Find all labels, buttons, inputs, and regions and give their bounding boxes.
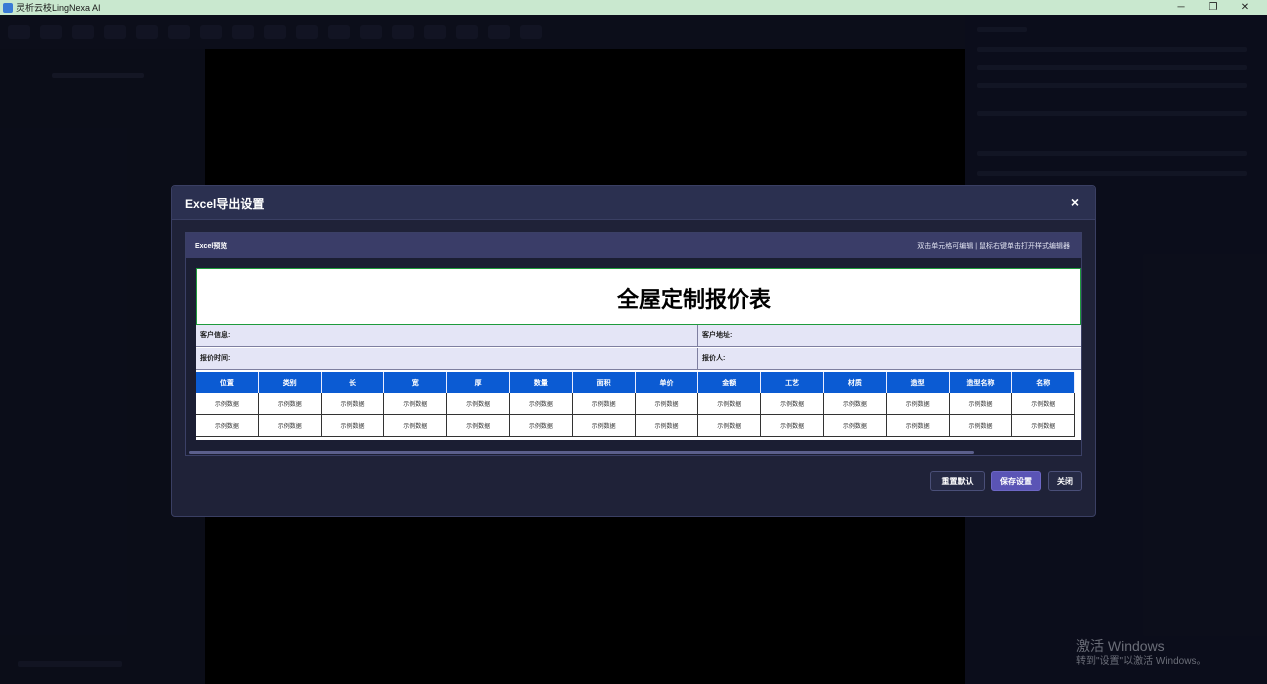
horizontal-scrollbar[interactable] bbox=[189, 451, 974, 454]
table-row: 示例数据 示例数据 示例数据 示例数据 示例数据 示例数据 示例数据 示例数据 … bbox=[196, 393, 1076, 415]
table-cell[interactable]: 示例数据 bbox=[383, 414, 448, 437]
preview-label: Excel预览 bbox=[195, 243, 228, 250]
quote-time-cell[interactable]: 报价时间: bbox=[196, 348, 698, 370]
table-cell[interactable]: 示例数据 bbox=[823, 393, 887, 415]
data-table: 位置 类别 长 宽 厚 数量 面积 单价 金额 工艺 材质 造型 造型名称 名称 bbox=[196, 372, 1076, 437]
table-cell[interactable]: 示例数据 bbox=[572, 414, 636, 437]
window-titlebar: 灵析云枝LingNexa AI ─ ❐ ✕ bbox=[0, 0, 1267, 15]
customer-info-cell[interactable]: 客户信息: bbox=[196, 325, 698, 347]
window-controls: ─ ❐ ✕ bbox=[1165, 0, 1261, 15]
table-cell[interactable]: 示例数据 bbox=[823, 414, 887, 437]
table-cell[interactable]: 示例数据 bbox=[697, 393, 762, 415]
table-cell[interactable]: 示例数据 bbox=[509, 414, 573, 437]
table-cell[interactable]: 示例数据 bbox=[1011, 393, 1076, 415]
column-header[interactable]: 数量 bbox=[509, 372, 573, 393]
table-cell[interactable]: 示例数据 bbox=[383, 393, 448, 415]
sheet-title: 全屋定制报价表 bbox=[617, 287, 772, 312]
column-header[interactable]: 造型 bbox=[886, 372, 950, 393]
table-cell[interactable]: 示例数据 bbox=[635, 393, 699, 415]
dialog-title: Excel导出设置 bbox=[185, 197, 265, 211]
column-header[interactable]: 工艺 bbox=[760, 372, 824, 393]
table-cell[interactable]: 示例数据 bbox=[1011, 414, 1076, 437]
table-cell[interactable]: 示例数据 bbox=[760, 414, 824, 437]
table-cell[interactable]: 示例数据 bbox=[321, 414, 385, 437]
excel-export-dialog: Excel导出设置 × Excel预览 双击单元格可编辑 | 鼠标右键单击打开样… bbox=[171, 185, 1096, 517]
sheet-title-cell[interactable]: 全屋定制报价表 bbox=[196, 268, 1081, 325]
app-logo-icon bbox=[3, 2, 13, 13]
close-button[interactable]: 关闭 bbox=[1048, 471, 1082, 491]
table-cell[interactable]: 示例数据 bbox=[258, 414, 322, 437]
column-header[interactable]: 造型名称 bbox=[949, 372, 1013, 393]
table-cell[interactable]: 示例数据 bbox=[949, 414, 1013, 437]
column-header[interactable]: 单价 bbox=[635, 372, 699, 393]
restore-icon[interactable]: ❐ bbox=[1197, 0, 1229, 15]
column-header[interactable]: 厚 bbox=[446, 372, 510, 393]
table-cell[interactable]: 示例数据 bbox=[446, 414, 510, 437]
info-row: 报价时间: 报价人: bbox=[196, 348, 1081, 370]
minimize-icon[interactable]: ─ bbox=[1165, 0, 1197, 15]
column-header[interactable]: 材质 bbox=[823, 372, 887, 393]
column-header[interactable]: 类别 bbox=[258, 372, 322, 393]
table-cell[interactable]: 示例数据 bbox=[196, 393, 259, 415]
excel-preview-panel: Excel预览 双击单元格可编辑 | 鼠标右键单击打开样式编辑器 全屋定制报价表… bbox=[185, 232, 1082, 456]
column-header[interactable]: 金额 bbox=[697, 372, 762, 393]
column-header[interactable]: 名称 bbox=[1011, 372, 1076, 393]
table-cell[interactable]: 示例数据 bbox=[258, 393, 322, 415]
dialog-close-icon[interactable]: × bbox=[1071, 194, 1079, 210]
column-header[interactable]: 面积 bbox=[572, 372, 636, 393]
table-cell[interactable]: 示例数据 bbox=[446, 393, 510, 415]
table-cell[interactable]: 示例数据 bbox=[196, 414, 259, 437]
table-cell[interactable]: 示例数据 bbox=[509, 393, 573, 415]
table-cell[interactable]: 示例数据 bbox=[949, 393, 1013, 415]
table-row: 示例数据 示例数据 示例数据 示例数据 示例数据 示例数据 示例数据 示例数据 … bbox=[196, 414, 1076, 437]
reset-default-button[interactable]: 重置默认 bbox=[930, 471, 985, 491]
table-cell[interactable]: 示例数据 bbox=[635, 414, 699, 437]
info-row: 客户信息: 客户地址: bbox=[196, 325, 1081, 347]
table-cell[interactable]: 示例数据 bbox=[886, 393, 950, 415]
column-header[interactable]: 位置 bbox=[196, 372, 259, 393]
close-window-icon[interactable]: ✕ bbox=[1229, 0, 1261, 15]
quoter-cell[interactable]: 报价人: bbox=[698, 348, 1081, 370]
column-header[interactable]: 宽 bbox=[383, 372, 448, 393]
dialog-header: Excel导出设置 × bbox=[172, 186, 1095, 220]
table-cell[interactable]: 示例数据 bbox=[321, 393, 385, 415]
spreadsheet[interactable]: 全屋定制报价表 客户信息: 客户地址: 报价时间: 报价人: 位置 类别 长 宽… bbox=[196, 268, 1081, 440]
table-cell[interactable]: 示例数据 bbox=[760, 393, 824, 415]
preview-hint: 双击单元格可编辑 | 鼠标右键单击打开样式编辑器 bbox=[917, 243, 1070, 250]
table-cell[interactable]: 示例数据 bbox=[697, 414, 762, 437]
column-header[interactable]: 长 bbox=[321, 372, 385, 393]
save-settings-button[interactable]: 保存设置 bbox=[991, 471, 1041, 491]
customer-address-cell[interactable]: 客户地址: bbox=[698, 325, 1081, 347]
header-row: 位置 类别 长 宽 厚 数量 面积 单价 金额 工艺 材质 造型 造型名称 名称 bbox=[196, 372, 1076, 393]
preview-header: Excel预览 双击单元格可编辑 | 鼠标右键单击打开样式编辑器 bbox=[186, 233, 1081, 258]
window-title: 灵析云枝LingNexa AI bbox=[16, 3, 101, 13]
table-cell[interactable]: 示例数据 bbox=[572, 393, 636, 415]
table-cell[interactable]: 示例数据 bbox=[886, 414, 950, 437]
